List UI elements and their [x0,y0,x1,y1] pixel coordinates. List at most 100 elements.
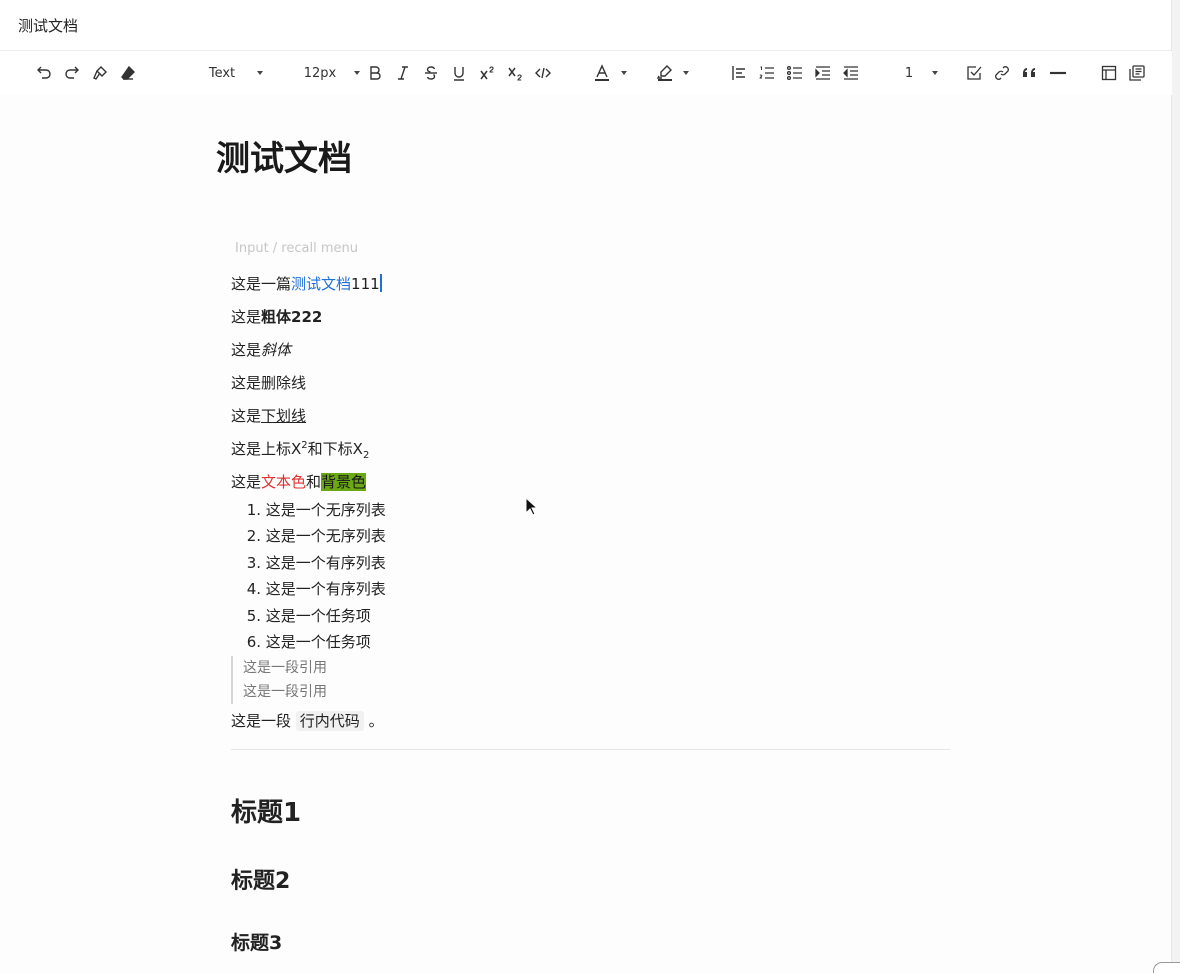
text-color-icon[interactable] [592,63,612,83]
underline-text: 下划线 [261,407,307,425]
format-painter-icon[interactable] [90,63,110,83]
text: 这是 [231,374,262,392]
undo-icon[interactable] [34,63,54,83]
paragraph-style-chevron-icon[interactable] [256,63,264,83]
font-size-value: 12px [303,65,337,81]
doc-link[interactable]: 测试文档 [291,275,351,293]
task-checkbox-icon[interactable] [964,63,984,83]
placeholder-text: Input / recall menu [235,241,358,256]
superscript-icon[interactable] [478,63,496,83]
list-number: 2. [246,527,261,546]
editor-toolbar: Text 12px 1 [0,51,1172,95]
text: 111 [351,275,380,293]
ordered-list-icon[interactable] [757,63,777,83]
list-item[interactable]: 4. 这是一个有序列表 [231,576,386,602]
colored-text: 文本色 [261,473,307,491]
redo-icon[interactable] [62,63,82,83]
list-item[interactable]: 1. 这是一个无序列表 [231,497,386,523]
indent-icon[interactable] [813,63,833,83]
text: 这是 [231,308,262,326]
line-height-select[interactable]: 1 [900,63,918,83]
mouse-pointer-icon [525,496,539,520]
subscript-text: 2 [362,450,370,461]
link-icon[interactable] [992,63,1012,83]
list-text: 这是一个有序列表 [265,580,386,599]
list-text: 这是一个无序列表 [265,527,386,546]
code-block-icon[interactable] [1127,63,1147,83]
scrollbar-track[interactable] [1171,0,1180,973]
paragraph-sup-sub[interactable]: 这是上标X2和下标X2 [231,438,369,461]
text: 这是上标X [231,440,302,458]
document-title[interactable]: 测试文档 [216,131,352,180]
resize-handle[interactable] [1153,962,1180,973]
window-title: 测试文档 [18,17,79,35]
list-item[interactable]: 2. 这是一个无序列表 [231,523,386,549]
heading-3[interactable]: 标题3 [231,928,282,955]
paragraph-link[interactable]: 这是一篇测试文档111 [231,273,382,294]
title-bar: 测试文档 [0,0,1172,51]
bold-text: 粗体222 [261,308,323,326]
text: 和 [306,473,322,491]
list-number: 3. [246,553,261,572]
bold-icon[interactable] [366,63,384,83]
text: 这是一篇 [231,275,292,293]
text: 这是 [231,473,262,491]
list-number: 6. [246,632,261,651]
list-number: 5. [246,606,261,625]
text-cursor [379,274,382,292]
text: 这是一段 [231,712,292,730]
list-item[interactable]: 3. 这是一个有序列表 [231,550,386,576]
text-color-chevron-icon[interactable] [620,63,628,83]
list-text: 这是一个任务项 [265,606,371,625]
highlight-color-icon[interactable] [655,63,675,83]
paragraph-style-select[interactable]: Text [200,63,244,83]
text: 和下标X [307,440,363,458]
code-icon[interactable] [534,63,552,83]
bullet-list-icon[interactable] [785,63,805,83]
highlighted-text: 背景色 [321,473,367,491]
strike-text: 删除线 [261,374,307,392]
italic-text: 斜体 [261,341,292,359]
list-item[interactable]: 5. 这是一个任务项 [231,603,386,629]
eraser-icon[interactable] [118,63,138,83]
list-text: 这是一个无序列表 [265,501,386,519]
paragraph-bold[interactable]: 这是粗体222 [231,306,322,327]
paragraph-underline[interactable]: 这是下划线 [231,405,306,426]
table-icon[interactable] [1099,63,1119,83]
line-height-chevron-icon[interactable] [931,63,939,83]
paragraph-style-value: Text [208,65,236,81]
list-text: 这是一个任务项 [265,632,371,651]
subscript-icon[interactable] [506,63,524,83]
list-number: 4. [246,580,261,599]
quote-line: 这是一段引用 [243,660,327,676]
list-text: 这是一个有序列表 [265,553,386,572]
list-item[interactable]: 6. 这是一个任务项 [231,629,386,655]
inline-code: 行内代码 [295,711,364,731]
editor-content[interactable]: 测试文档 Input / recall menu 这是一篇测试文档111 这是粗… [0,95,1172,973]
paragraph-italic[interactable]: 这是斜体 [231,339,291,360]
quote-line: 这是一段引用 [243,684,327,700]
blockquote-icon[interactable] [1020,63,1040,83]
horizontal-rule-icon[interactable] [1048,63,1068,83]
outdent-icon[interactable] [841,63,861,83]
blockquote[interactable]: 这是一段引用 这是一段引用 [231,656,327,704]
paragraph-inline-code[interactable]: 这是一段 行内代码 。 [231,710,384,731]
text: 这是 [231,341,262,359]
text: 。 [368,712,384,730]
heading-1[interactable]: 标题1 [231,792,301,829]
font-size-chevron-icon[interactable] [353,63,361,83]
heading-2[interactable]: 标题2 [231,863,290,895]
align-left-icon[interactable] [729,63,749,83]
ordered-list[interactable]: 1. 这是一个无序列表 2. 这是一个无序列表 3. 这是一个有序列表 4. 这… [231,497,386,655]
italic-icon[interactable] [394,63,412,83]
paragraph-strike[interactable]: 这是删除线 [231,372,306,393]
paragraph-colors[interactable]: 这是文本色和背景色 [231,471,367,492]
text: 这是 [231,407,262,425]
underline-icon[interactable] [450,63,468,83]
line-height-value: 1 [904,65,914,81]
strikethrough-icon[interactable] [422,63,440,83]
list-number: 1. [246,501,261,519]
highlight-color-chevron-icon[interactable] [682,63,690,83]
horizontal-rule [231,749,950,750]
font-size-select[interactable]: 12px [300,63,340,83]
